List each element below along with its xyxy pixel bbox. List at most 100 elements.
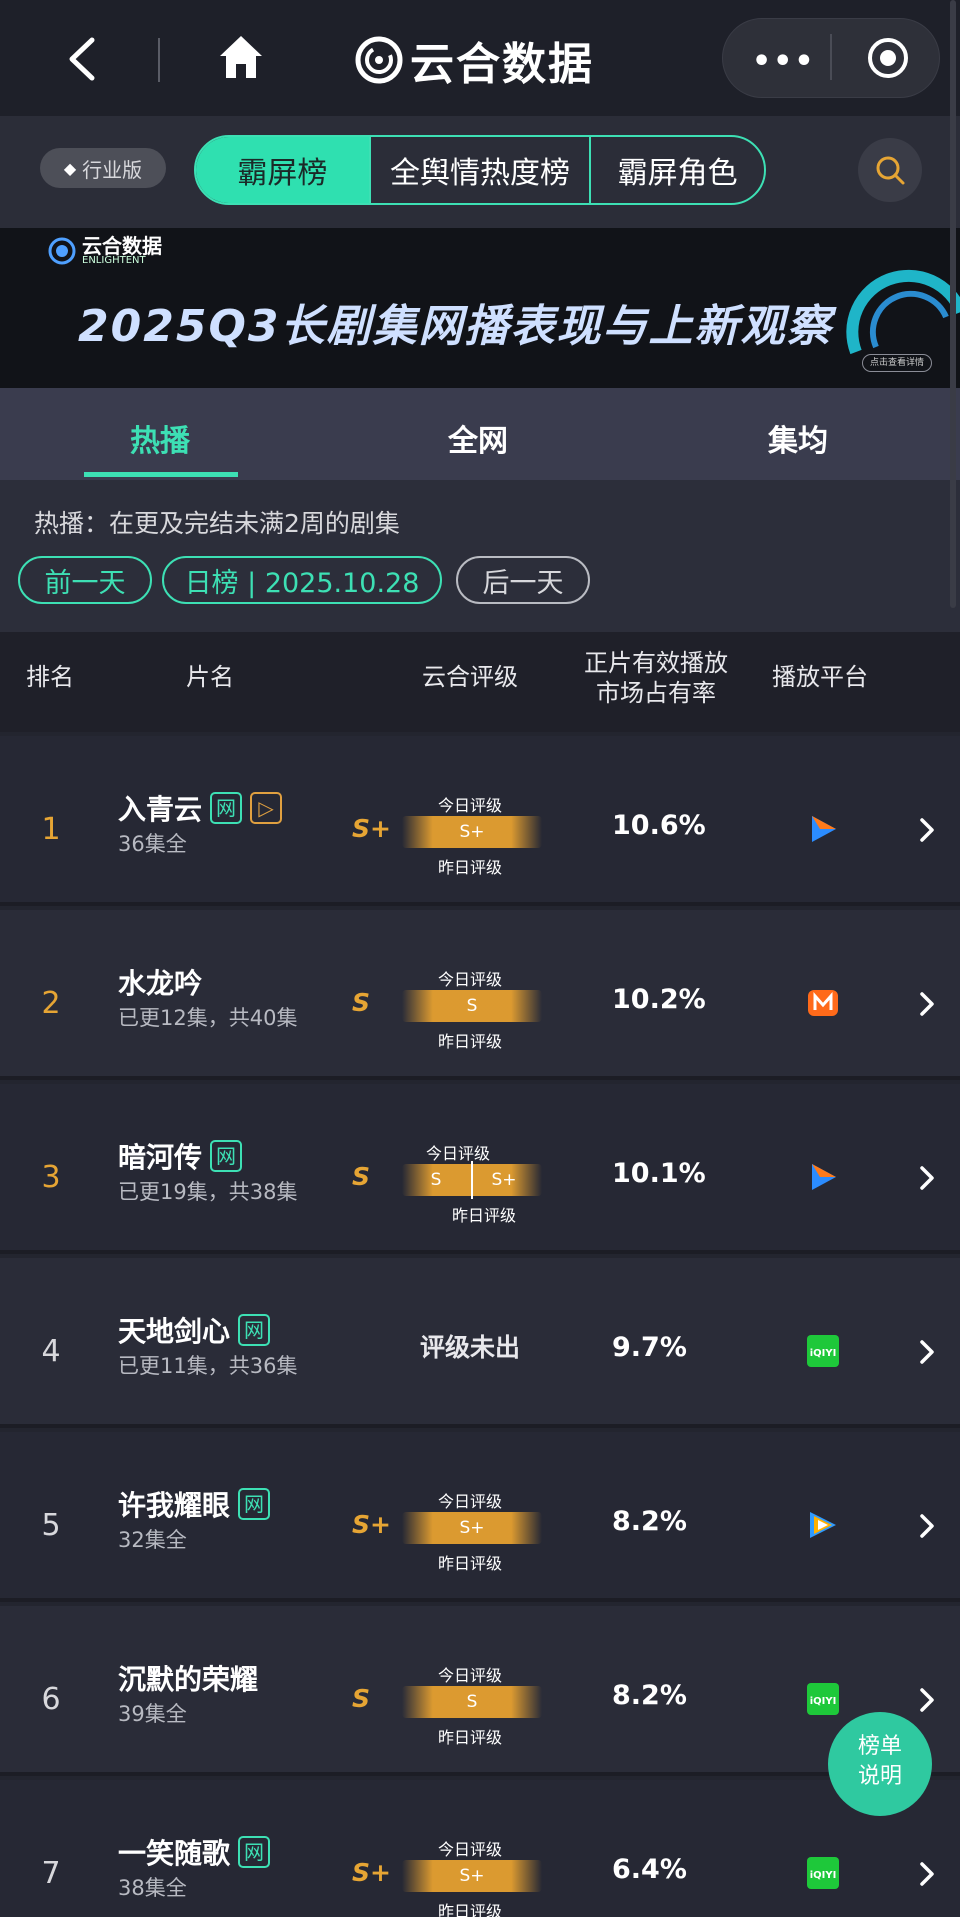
today-grade: S+: [459, 1866, 485, 1886]
network-drama-tag: 网: [238, 1314, 271, 1346]
chevron-right-icon[interactable]: [918, 1860, 936, 1888]
chevron-right-icon[interactable]: [918, 1338, 936, 1366]
today-grade: S: [466, 996, 478, 1016]
youku-icon[interactable]: [806, 812, 840, 846]
yesterday-grade-label: 昨日评级: [438, 858, 503, 877]
app-title: 云合数据: [410, 39, 594, 90]
chevron-right-icon[interactable]: [918, 1164, 936, 1192]
row-divider: [0, 1076, 960, 1080]
table-row[interactable]: 7 一笑随歌网 38集全 S+ S+ 今日评级 昨日评级 6.4% iQIYI: [0, 1780, 960, 1917]
next-day-button[interactable]: 后一天: [456, 556, 590, 604]
market-share: 10.2%: [612, 984, 706, 1015]
market-share: 8.2%: [612, 1506, 687, 1537]
drama-title-cell: 水龙吟: [118, 962, 202, 1002]
today-grade-label: 今日评级: [438, 1492, 503, 1511]
drama-title-cell: 入青云网 ▷: [118, 788, 283, 828]
grade-gauge: S: [402, 990, 542, 1022]
yesterday-grade-label: 昨日评级: [452, 1206, 517, 1225]
scrollbar[interactable]: [950, 0, 956, 608]
yunhe-logo-icon: [48, 237, 76, 265]
banner-logo-cn: 云合数据: [82, 234, 162, 258]
overall-grade: S: [352, 1162, 371, 1191]
capsule-separator: [830, 34, 832, 80]
grade-gauge: S S+: [402, 1161, 542, 1199]
grade-divider: [471, 1161, 473, 1199]
fab-line-1: 榜单: [857, 1734, 902, 1759]
today-grade: S: [430, 1170, 442, 1190]
top-nav-bar: 云合数据 •••: [0, 0, 960, 116]
banner-cta[interactable]: 点击查看详情: [862, 354, 932, 372]
drama-title: 水龙吟: [118, 967, 203, 1000]
overall-grade: S+: [352, 1858, 391, 1887]
mgtv-icon[interactable]: [806, 986, 840, 1020]
rank-number: 2: [41, 986, 61, 1021]
back-arrow-icon[interactable]: [62, 34, 102, 84]
chevron-right-icon[interactable]: [918, 1512, 936, 1540]
table-row[interactable]: 1 入青云网 ▷ 36集全 S+ S+ 今日评级 昨日评级 10.6%: [0, 736, 960, 906]
today-grade-label: 今日评级: [438, 796, 503, 815]
rank-number: 3: [41, 1160, 61, 1195]
drama-title-cell: 许我耀眼网: [118, 1484, 271, 1524]
header-rank: 排名: [26, 663, 74, 691]
overall-grade: S: [352, 988, 371, 1017]
row-divider: [0, 1598, 960, 1602]
tab-all-network[interactable]: 全网: [448, 416, 508, 460]
tab-screen-domination[interactable]: 霸屏榜: [196, 137, 369, 203]
market-share: 9.7%: [612, 1332, 687, 1363]
fab-line-2: 说明: [857, 1764, 902, 1789]
table-row[interactable]: 2 水龙吟 已更12集，共40集 S S 今日评级 昨日评级 10.2%: [0, 910, 960, 1080]
banner-headline: 2025Q3长剧集网播表现与上新观察: [78, 301, 833, 352]
iqiyi-icon[interactable]: iQIYI: [806, 1682, 840, 1716]
tab-episode-average[interactable]: 集均: [768, 416, 828, 460]
drama-title-cell: 沉默的荣耀: [118, 1658, 258, 1698]
network-drama-tag: 网: [210, 792, 243, 824]
row-divider: [0, 1250, 960, 1254]
search-button[interactable]: [858, 138, 922, 202]
table-row[interactable]: 3 暗河传网已更19集，共38集 S S S+ 今日评级 昨日评级 10.1%: [0, 1084, 960, 1254]
svg-text:iQIYI: iQIYI: [810, 1870, 837, 1881]
tencent-video-icon[interactable]: [806, 1508, 840, 1542]
youku-icon[interactable]: [806, 1160, 840, 1194]
rank-number: 5: [41, 1508, 61, 1543]
table-row[interactable]: 5 许我耀眼网 32集全 S+ S+ 今日评级 昨日评级 8.2%: [0, 1432, 960, 1602]
market-share: 8.2%: [612, 1680, 687, 1711]
grade-not-available: 评级未出: [420, 1333, 521, 1362]
episode-status: 已更19集，共38集: [118, 1180, 298, 1204]
more-options-button[interactable]: •••: [752, 44, 816, 79]
ranking-description: 热播：在更及完结未满2周的剧集: [34, 509, 400, 538]
rank-number: 4: [41, 1334, 61, 1369]
close-target-icon[interactable]: [866, 36, 910, 80]
tab-domination-roles[interactable]: 霸屏角色: [589, 137, 764, 203]
today-grade-label: 今日评级: [426, 1144, 491, 1163]
date-picker-button[interactable]: 日榜 | 2025.10.28: [162, 556, 442, 604]
today-grade-label: 今日评级: [438, 1840, 503, 1859]
header-grade: 云合评级: [422, 663, 518, 691]
yesterday-grade: S+: [491, 1170, 517, 1190]
rank-number: 6: [41, 1682, 61, 1717]
chevron-right-icon[interactable]: [918, 990, 936, 1018]
today-grade: S: [466, 1692, 478, 1712]
table-row[interactable]: 4 天地剑心网已更11集，共36集 评级未出 9.7% iQIYI: [0, 1258, 960, 1428]
tab-public-opinion-heat[interactable]: 全舆情热度榜: [368, 137, 589, 203]
chart-explanation-button[interactable]: 榜单 说明: [828, 1712, 932, 1816]
promo-banner[interactable]: 云合数据 ENLIGHTENT 2025Q3长剧集网播表现与上新观察 点击查看详…: [0, 228, 960, 388]
market-share: 6.4%: [612, 1854, 687, 1885]
grade-gauge: S+: [402, 1512, 542, 1544]
drama-title-cell: 一笑随歌网: [118, 1832, 271, 1872]
yesterday-grade-label: 昨日评级: [438, 1902, 503, 1917]
today-grade: S+: [459, 822, 485, 842]
tab-hot-airing[interactable]: 热播: [130, 416, 190, 460]
iqiyi-icon[interactable]: iQIYI: [806, 1334, 840, 1368]
yesterday-grade-label: 昨日评级: [438, 1728, 503, 1747]
chevron-right-icon[interactable]: [918, 1686, 936, 1714]
table-row[interactable]: 6 沉默的荣耀 39集全 S S 今日评级 昨日评级 8.2% iQIYI: [0, 1606, 960, 1776]
overall-grade: S: [352, 1684, 371, 1713]
rank-number: 7: [41, 1856, 61, 1891]
iqiyi-icon[interactable]: iQIYI: [806, 1856, 840, 1890]
chevron-right-icon[interactable]: [918, 816, 936, 844]
home-icon[interactable]: [216, 32, 266, 82]
banner-logo: 云合数据 ENLIGHTENT: [48, 236, 162, 266]
drama-title: 沉默的荣耀: [118, 1663, 259, 1696]
industry-version-badge[interactable]: ◆ 行业版: [40, 148, 166, 188]
prev-day-button[interactable]: 前一天: [18, 556, 152, 604]
